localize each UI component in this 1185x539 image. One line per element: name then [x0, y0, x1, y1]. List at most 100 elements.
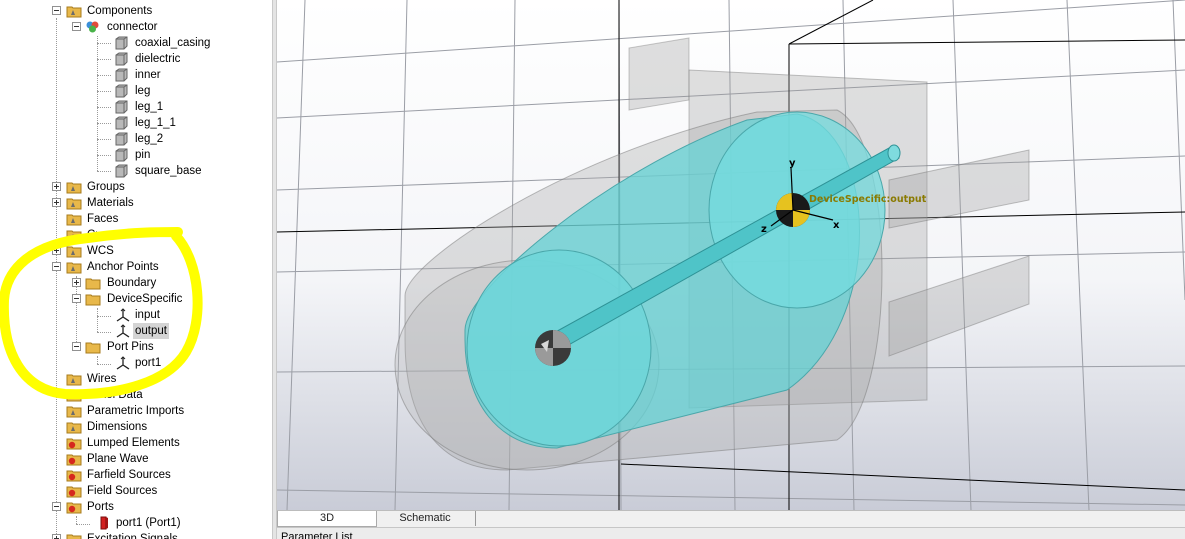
solid-icon [115, 68, 128, 82]
3d-viewport[interactable]: y x z DeviceSpecific:output [277, 0, 1185, 510]
3d-scene[interactable]: y x z DeviceSpecific:output [277, 0, 1185, 510]
solid-icon [115, 132, 128, 146]
tree-item-label: Dimensions [87, 421, 148, 433]
tree-item-label: port1 [135, 357, 162, 369]
folder-icon [66, 534, 82, 539]
tree-item-wires[interactable]: Wires [52, 371, 272, 387]
solid-icon [115, 148, 128, 162]
tab-3d[interactable]: 3D [277, 511, 377, 527]
tree-item-faces[interactable]: Faces [52, 211, 272, 227]
folder-icon [66, 214, 82, 226]
collapse-icon[interactable] [72, 22, 81, 31]
tree-item-label: Wires [87, 373, 117, 385]
collapse-icon[interactable] [52, 502, 61, 511]
expand-icon[interactable] [72, 278, 81, 287]
tree-item-label: leg [135, 85, 151, 97]
tree-item-wcs[interactable]: WCS [52, 243, 272, 259]
solid-icon [115, 52, 128, 66]
tree-item-excitation-signals[interactable]: Excitation Signals [52, 531, 272, 539]
folder-icon [66, 374, 82, 386]
view-tab-bar: 3D Schematic [277, 510, 1185, 527]
folder-icon [66, 406, 82, 418]
tree-item-label: Lumped Elements [87, 437, 180, 449]
port-icon [100, 516, 108, 530]
expand-icon[interactable] [52, 182, 61, 191]
tree-item-connector[interactable]: connector [72, 19, 272, 35]
tree-item-label: port1 (Port1) [116, 517, 181, 529]
tree-item-label: square_base [135, 165, 202, 177]
tree-item-ports[interactable]: Ports [52, 499, 272, 515]
source-folder-icon [66, 486, 82, 498]
tree-item-farfield-sources[interactable]: Farfield Sources [52, 467, 272, 483]
tree-item-label: Farfield Sources [87, 469, 171, 481]
tree-item-port-pins[interactable]: Port Pins [72, 339, 272, 355]
tree-item-label: Excitation Signals [87, 533, 178, 539]
solid-icon [115, 36, 128, 50]
solid-icon [115, 116, 128, 130]
folder-icon [85, 342, 101, 354]
folder-icon [85, 294, 101, 306]
folder-icon [66, 182, 82, 194]
solid-icon [115, 84, 128, 98]
tree-item-device-specific[interactable]: DeviceSpecific [72, 291, 272, 307]
tree-item-curves[interactable]: Curves [52, 227, 272, 243]
component-icon [86, 21, 99, 33]
tree-item-label: DeviceSpecific [107, 293, 183, 305]
tree-item-label-selected: output [133, 323, 169, 339]
tree-item-label: Voxel Data [87, 389, 143, 401]
collapse-icon[interactable] [72, 294, 81, 303]
source-folder-icon [66, 470, 82, 482]
expand-icon[interactable] [52, 534, 61, 539]
tree-item-label: Groups [87, 181, 125, 193]
tree-item-port1[interactable]: port1 [113, 355, 272, 371]
axis-x-label: x [833, 220, 840, 231]
tree-item-field-sources[interactable]: Field Sources [52, 483, 272, 499]
tree-item-label: Field Sources [87, 485, 158, 497]
tree-item-parametric-imports[interactable]: Parametric Imports [52, 403, 272, 419]
tree-item-lumped-elements[interactable]: Lumped Elements [52, 435, 272, 451]
anchor-point-label[interactable]: DeviceSpecific:output [809, 194, 927, 205]
tree-item-dimensions[interactable]: Dimensions [52, 419, 272, 435]
tree-item-label: leg_1 [135, 101, 164, 113]
collapse-icon[interactable] [72, 342, 81, 351]
tab-schematic[interactable]: Schematic [375, 511, 476, 526]
tree-item-groups[interactable]: Groups [52, 179, 272, 195]
solid-icon [115, 100, 128, 114]
expand-icon[interactable] [52, 246, 61, 255]
tree-item-input[interactable]: input [113, 307, 272, 323]
collapse-icon[interactable] [52, 262, 61, 271]
folder-icon [66, 198, 82, 210]
collapse-icon[interactable] [52, 6, 61, 15]
tree-item-output[interactable]: output [113, 323, 272, 339]
navigation-tree[interactable]: Components connector coaxial_casing diel… [0, 0, 272, 539]
source-folder-icon [66, 438, 82, 450]
tree-item-label: dielectric [135, 53, 181, 65]
source-folder-icon [66, 502, 82, 514]
tree-item-label: leg_2 [135, 133, 164, 145]
tree-item-label: Curves [87, 229, 124, 241]
tree-item-materials[interactable]: Materials [52, 195, 272, 211]
tree-item-label: Parametric Imports [87, 405, 185, 417]
folder-icon [66, 230, 82, 242]
tree-item-label: Plane Wave [87, 453, 149, 465]
tree-item-label: Faces [87, 213, 119, 225]
folder-icon [66, 262, 82, 274]
tree-item-voxel-data[interactable]: Voxel Data [52, 387, 272, 403]
expand-icon[interactable] [52, 198, 61, 207]
folder-icon [66, 6, 82, 18]
tree-item-boundary[interactable]: Boundary [72, 275, 272, 291]
folder-icon [66, 246, 82, 258]
tree-item-label: coaxial_casing [135, 37, 211, 49]
tree-item-label: Boundary [107, 277, 157, 289]
tree-item-components[interactable]: Components [52, 3, 272, 19]
source-folder-icon [66, 454, 82, 466]
tree-item-label: input [135, 309, 160, 321]
tree-item-label: Anchor Points [87, 261, 159, 273]
tree-item-port1-port[interactable]: port1 (Port1) [96, 515, 272, 531]
tree-item-label: pin [135, 149, 151, 161]
tree-item-label: Ports [87, 501, 114, 513]
tree-item-label: Materials [87, 197, 134, 209]
axis-z-label: z [761, 224, 767, 235]
tree-item-anchor-points[interactable]: Anchor Points [52, 259, 272, 275]
tree-item-plane-wave[interactable]: Plane Wave [52, 451, 272, 467]
